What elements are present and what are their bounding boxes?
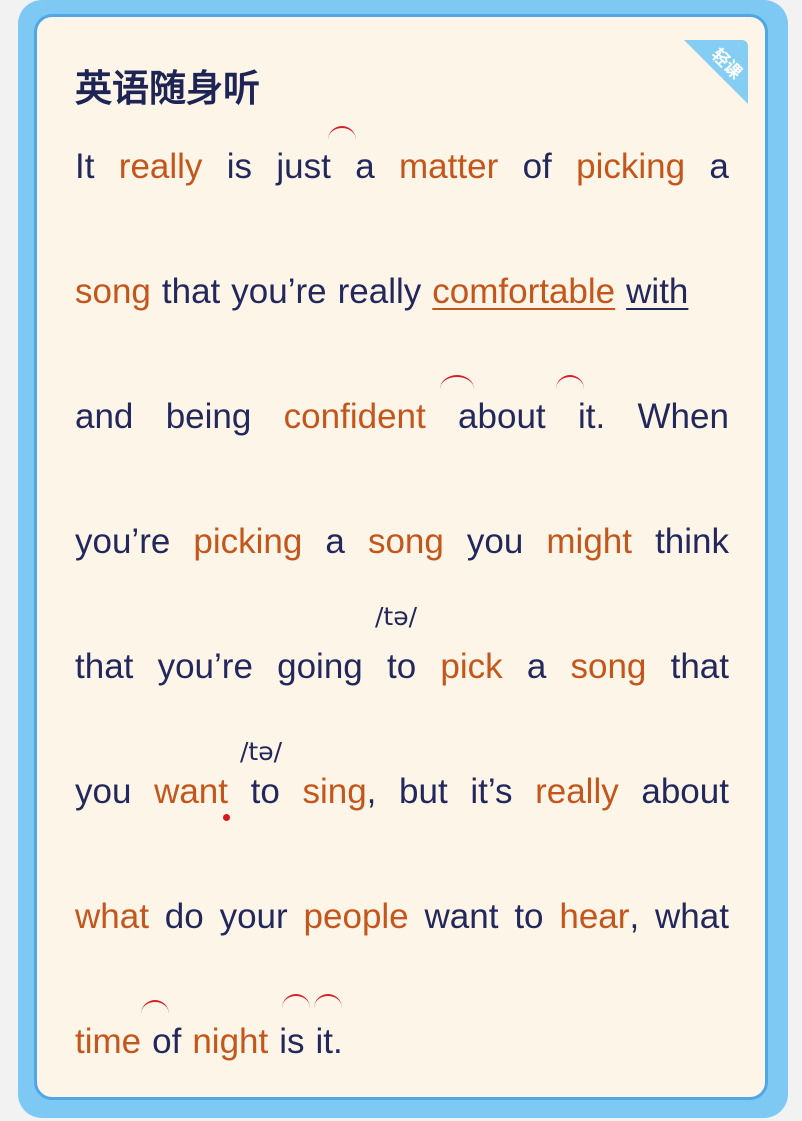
word-highlight: night	[192, 1022, 269, 1061]
word: to	[386, 647, 417, 686]
ipa-annotation: /tə/	[240, 737, 283, 766]
word-highlight: what	[75, 897, 149, 936]
word-group: sing,	[302, 772, 376, 812]
word: you	[466, 522, 524, 561]
word-highlight: sing	[302, 772, 367, 811]
word-highlight: might	[546, 522, 632, 561]
word: you’re	[231, 272, 327, 311]
word: is	[226, 147, 253, 186]
word-highlight: pick	[440, 647, 503, 686]
ipa-annotation: /tə/	[375, 602, 418, 631]
word: a	[325, 522, 345, 561]
word: it’s	[470, 772, 513, 811]
word: that	[75, 647, 134, 686]
word-highlight-underlined: comfortable	[432, 272, 616, 311]
word: about	[641, 772, 729, 811]
text-line-8: time of night is it.	[75, 1018, 729, 1062]
word: want	[424, 897, 499, 936]
word: of	[522, 147, 552, 186]
word: is	[279, 1022, 305, 1061]
word: but	[399, 772, 448, 811]
word-highlight: matter	[399, 147, 499, 186]
word-highlight: picking	[193, 522, 303, 561]
word: a	[709, 147, 729, 186]
word: just	[276, 147, 331, 186]
word: going	[277, 647, 363, 686]
word: you’re	[75, 522, 171, 561]
word: being	[165, 397, 252, 436]
text-line-7: what do your people want to hear, what	[75, 893, 729, 937]
text-line-3: and being confident about it. When	[75, 393, 729, 437]
word-highlight: really	[535, 772, 619, 811]
word-highlight: song	[570, 647, 647, 686]
word: it.	[315, 1022, 343, 1061]
word: It	[75, 147, 95, 186]
punctuation: ,	[366, 772, 377, 811]
word: about	[458, 397, 546, 436]
word: your	[219, 897, 288, 936]
word: and	[75, 397, 134, 436]
text-line-5: that you’re going to pick a song that	[75, 643, 729, 687]
word: of	[152, 1022, 182, 1061]
word: a	[355, 147, 375, 186]
word-underlined: with	[626, 272, 689, 311]
word: what	[655, 897, 729, 936]
word: it.	[577, 397, 606, 436]
word: that	[161, 272, 221, 311]
weak-sound-dot	[223, 814, 230, 821]
word-highlight: song	[75, 272, 151, 311]
word: you’re	[157, 647, 253, 686]
word-highlight: time	[75, 1022, 142, 1061]
word: think	[655, 522, 729, 561]
text-line-6: you want to sing, but it’s really about	[75, 768, 729, 812]
text-line-1: It really is just a matter of picking a	[75, 143, 729, 187]
word: do	[164, 897, 204, 936]
word-group: hear,	[559, 897, 639, 937]
word: to	[250, 772, 280, 811]
word-highlight: people	[303, 897, 409, 936]
word: to	[514, 897, 544, 936]
word-highlight: want	[154, 772, 228, 811]
text-line-4: you’re picking a song you might think	[75, 518, 729, 562]
word-highlight: hear	[559, 897, 630, 936]
word: really	[337, 272, 422, 311]
punctuation: ,	[629, 897, 640, 936]
word-highlight: really	[118, 147, 203, 186]
word: you	[75, 772, 132, 811]
word: a	[526, 647, 547, 686]
text-line-2: song that you’re really comfortable with	[75, 268, 729, 312]
word-highlight: picking	[576, 147, 686, 186]
word: that	[670, 647, 729, 686]
word-highlight: song	[367, 522, 444, 561]
word-highlight: confident	[283, 397, 426, 436]
word: When	[637, 397, 729, 436]
page-title: 英语随身听	[75, 67, 260, 110]
